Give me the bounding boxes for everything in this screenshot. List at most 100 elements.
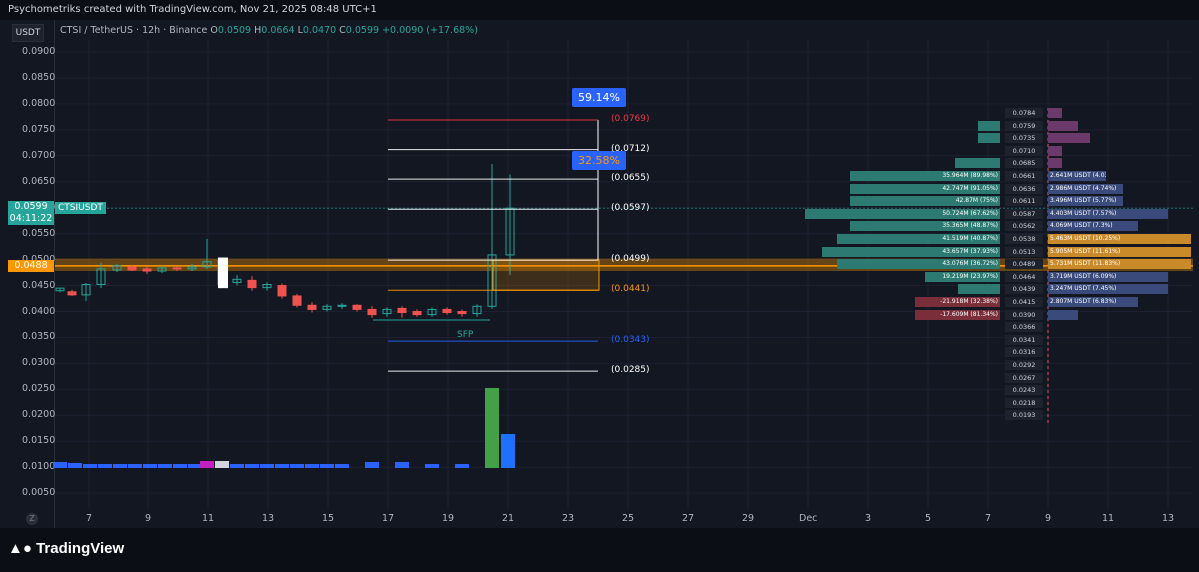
profile-right-bar: 4.069M USDT (7.3%) xyxy=(1048,221,1138,232)
candle-body xyxy=(367,308,377,316)
profile-left-bar: 19.219M (23.97%) xyxy=(925,271,1000,282)
candle-body xyxy=(352,304,362,310)
profile-price-cell: 0.0513 xyxy=(1005,246,1043,257)
logo-text: TradingView xyxy=(36,540,125,557)
profile-price-cell: 0.0464 xyxy=(1005,271,1043,282)
level-label: (0.0597) xyxy=(611,203,650,214)
last-price-tag: 0.0599 xyxy=(8,201,54,213)
profile-price-cell: 0.0439 xyxy=(1005,284,1043,295)
profile-left-bar xyxy=(978,133,1000,144)
volume-bar xyxy=(425,464,439,468)
volume-bar xyxy=(305,464,319,468)
volume-bar xyxy=(158,464,172,468)
volume-bar xyxy=(113,464,127,468)
volume-bar xyxy=(335,464,349,468)
profile-price-cell: 0.0193 xyxy=(1005,410,1043,421)
profile-left-bar xyxy=(955,158,1000,169)
sfp-label: SFP xyxy=(457,330,474,340)
ticker-tag: CTSIUSDT xyxy=(55,202,106,214)
candle-body xyxy=(67,291,77,296)
profile-price-cell: 0.0316 xyxy=(1005,347,1043,358)
volume-bar xyxy=(128,464,142,468)
profile-right-bar: 5.731M USDT (11.83%) xyxy=(1048,259,1191,270)
profile-price-cell: 0.0710 xyxy=(1005,145,1043,156)
highlight-candle xyxy=(218,257,228,289)
profile-price-cell: 0.0415 xyxy=(1005,297,1043,307)
profile-price-cell: 0.0636 xyxy=(1005,183,1043,194)
profile-right-bar xyxy=(1048,309,1078,320)
profile-price-cell: 0.0735 xyxy=(1005,133,1043,144)
candle-body xyxy=(127,266,137,271)
profile-price-cell: 0.0267 xyxy=(1005,372,1043,383)
profile-price-cell: 0.0685 xyxy=(1005,158,1043,169)
candle-body xyxy=(307,304,317,310)
candle-body xyxy=(172,267,182,270)
profile-price-cell: 0.0292 xyxy=(1005,360,1043,370)
profile-price-cell: 0.0611 xyxy=(1005,196,1043,207)
volume-bar xyxy=(188,464,202,468)
candle-body xyxy=(397,307,407,314)
profile-right-bar xyxy=(1048,145,1062,156)
volume-bar xyxy=(395,462,409,468)
profile-left-bar: 42.87M (75%) xyxy=(850,196,1000,207)
profile-right-bar: 2.986M USDT (4.74%) xyxy=(1048,183,1123,194)
level-label: (0.0712) xyxy=(611,143,650,154)
volume-bar xyxy=(230,464,244,468)
level-label: (0.0285) xyxy=(611,365,650,376)
candle-body xyxy=(277,285,287,297)
profile-right-bar: 4.403M USDT (7.57%) xyxy=(1048,208,1168,219)
volume-bar xyxy=(365,462,379,468)
profile-right-bar xyxy=(1048,133,1090,144)
level-price-tag: 0.0488 xyxy=(8,260,54,272)
profile-price-cell: 0.0661 xyxy=(1005,171,1043,181)
mid-percent-box: 32.58% xyxy=(572,151,626,170)
profile-right-bar: 3.247M USDT (7.45%) xyxy=(1048,284,1168,295)
volume-bar xyxy=(143,464,157,468)
profile-left-bar: 35.964M (89.98%) xyxy=(850,171,1000,181)
zoom-reset-button[interactable]: Z xyxy=(26,513,38,525)
candle-body xyxy=(457,311,467,315)
volume-bar xyxy=(53,462,67,468)
profile-left-bar xyxy=(958,284,1000,295)
profile-price-cell: 0.0759 xyxy=(1005,120,1043,131)
target-percent-box: 59.14% xyxy=(572,88,626,107)
entry-zone-box xyxy=(492,259,600,291)
countdown-tag: 04:11:22 xyxy=(8,213,54,225)
profile-price-cell: 0.0784 xyxy=(1005,108,1043,118)
volume-bar xyxy=(173,464,187,468)
profile-right-bar xyxy=(1048,108,1062,118)
volume-bar xyxy=(83,464,97,468)
profile-right-bar: 5.463M USDT (10.25%) xyxy=(1048,234,1191,244)
profile-right-bar xyxy=(1048,120,1078,131)
level-label: (0.0769) xyxy=(611,113,650,124)
candle-body xyxy=(292,295,302,306)
profile-right-bar: 3.719M USDT (6.09%) xyxy=(1048,271,1168,282)
profile-right-bar: 2.641M USDT (4.03%) xyxy=(1048,171,1106,181)
profile-left-bar: 43.076M (36.72%) xyxy=(837,259,1000,270)
candle-body xyxy=(142,268,152,272)
profile-price-cell: 0.0587 xyxy=(1005,208,1043,219)
profile-price-cell: 0.0538 xyxy=(1005,234,1043,244)
profile-left-bar: 43.657M (37.93%) xyxy=(822,246,1000,257)
level-label: (0.0655) xyxy=(611,173,650,184)
profile-left-bar: 42.747M (91.05%) xyxy=(850,183,1000,194)
volume-bar xyxy=(68,463,82,468)
profile-left-bar xyxy=(978,120,1000,131)
profile-price-cell: 0.0366 xyxy=(1005,322,1043,333)
volume-bar xyxy=(501,434,515,468)
profile-price-cell: 0.0243 xyxy=(1005,385,1043,396)
volume-bar xyxy=(485,388,499,468)
level-label: (0.0441) xyxy=(611,284,650,295)
profile-price-cell: 0.0489 xyxy=(1005,259,1043,270)
profile-left-bar: 50.724M (67.62%) xyxy=(805,208,1000,219)
candle-body xyxy=(247,279,257,289)
logo-icon: ▲● xyxy=(8,540,37,557)
volume-bar xyxy=(245,464,259,468)
profile-price-cell: 0.0341 xyxy=(1005,334,1043,345)
profile-right-bar: 5.905M USDT (11.61%) xyxy=(1048,246,1191,257)
profile-price-cell: 0.0390 xyxy=(1005,309,1043,320)
profile-left-bar: 41.519M (40.87%) xyxy=(837,234,1000,244)
profile-left-bar: -21.918M (32.38%) xyxy=(915,297,1000,307)
profile-right-bar: 2.807M USDT (6.83%) xyxy=(1048,297,1138,307)
profile-left-bar: -17.609M (81.34%) xyxy=(915,309,1000,320)
